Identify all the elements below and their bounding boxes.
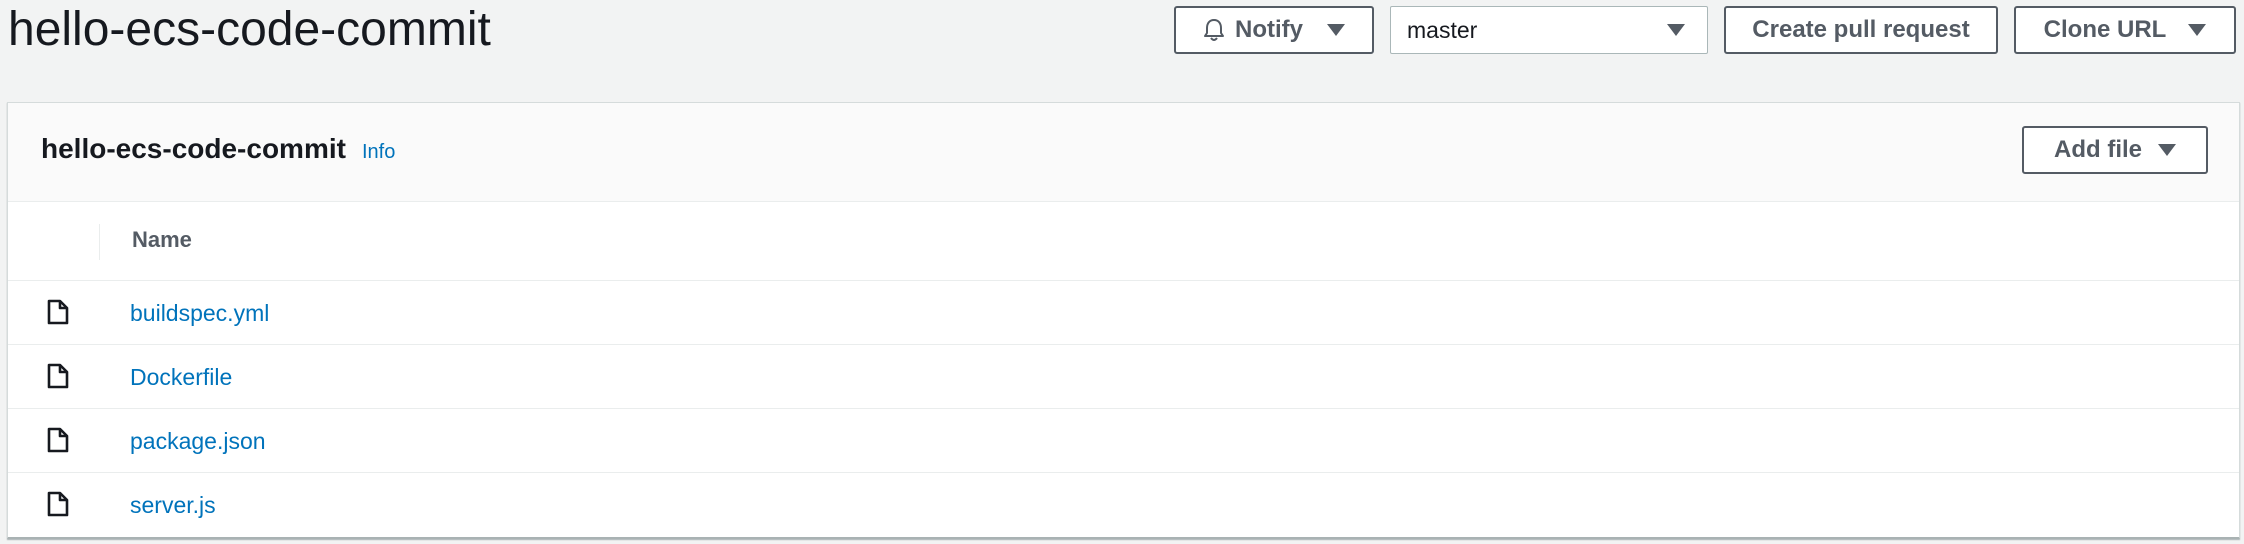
page-title: hello-ecs-code-commit (8, 3, 491, 56)
panel-title-group: hello-ecs-code-commit Info (41, 133, 395, 165)
file-link[interactable]: Dockerfile (130, 364, 232, 391)
clone-url-button[interactable]: Clone URL (2014, 6, 2236, 54)
caret-down-icon (2188, 24, 2207, 36)
create-pull-request-label: Create pull request (1752, 16, 1970, 43)
notify-button[interactable]: Notify (1174, 6, 1374, 54)
table-row: server.js (8, 473, 2239, 536)
table-row: Dockerfile (8, 345, 2239, 409)
file-link[interactable]: package.json (130, 428, 266, 455)
clone-url-label: Clone URL (2043, 16, 2167, 43)
repository-panel: hello-ecs-code-commit Info Add file Name… (7, 102, 2240, 539)
create-pull-request-button[interactable]: Create pull request (1724, 6, 1998, 54)
panel-header: hello-ecs-code-commit Info Add file (8, 103, 2239, 202)
table-header: Name (8, 202, 2239, 281)
column-divider[interactable] (99, 224, 100, 260)
bell-icon (1204, 19, 1224, 41)
info-link[interactable]: Info (362, 141, 395, 164)
file-icon (47, 363, 69, 389)
caret-down-icon (1327, 24, 1345, 36)
panel-title: hello-ecs-code-commit (41, 133, 346, 164)
file-icon (47, 427, 69, 453)
column-header-name[interactable]: Name (132, 227, 192, 253)
header-actions: Notify master Create pull request Clone … (1174, 6, 2236, 54)
add-file-label: Add file (2054, 136, 2142, 163)
file-icon (47, 299, 69, 325)
table-row: package.json (8, 409, 2239, 473)
caret-down-icon (2158, 144, 2176, 156)
file-link[interactable]: buildspec.yml (130, 300, 269, 327)
table-row: buildspec.yml (8, 281, 2239, 345)
branch-select[interactable]: master (1390, 6, 1708, 54)
branch-select-value: master (1407, 16, 1478, 43)
caret-down-icon (1667, 24, 1685, 36)
file-link[interactable]: server.js (130, 492, 216, 519)
add-file-button[interactable]: Add file (2022, 126, 2208, 174)
file-icon (47, 491, 69, 517)
notify-label: Notify (1235, 16, 1303, 43)
